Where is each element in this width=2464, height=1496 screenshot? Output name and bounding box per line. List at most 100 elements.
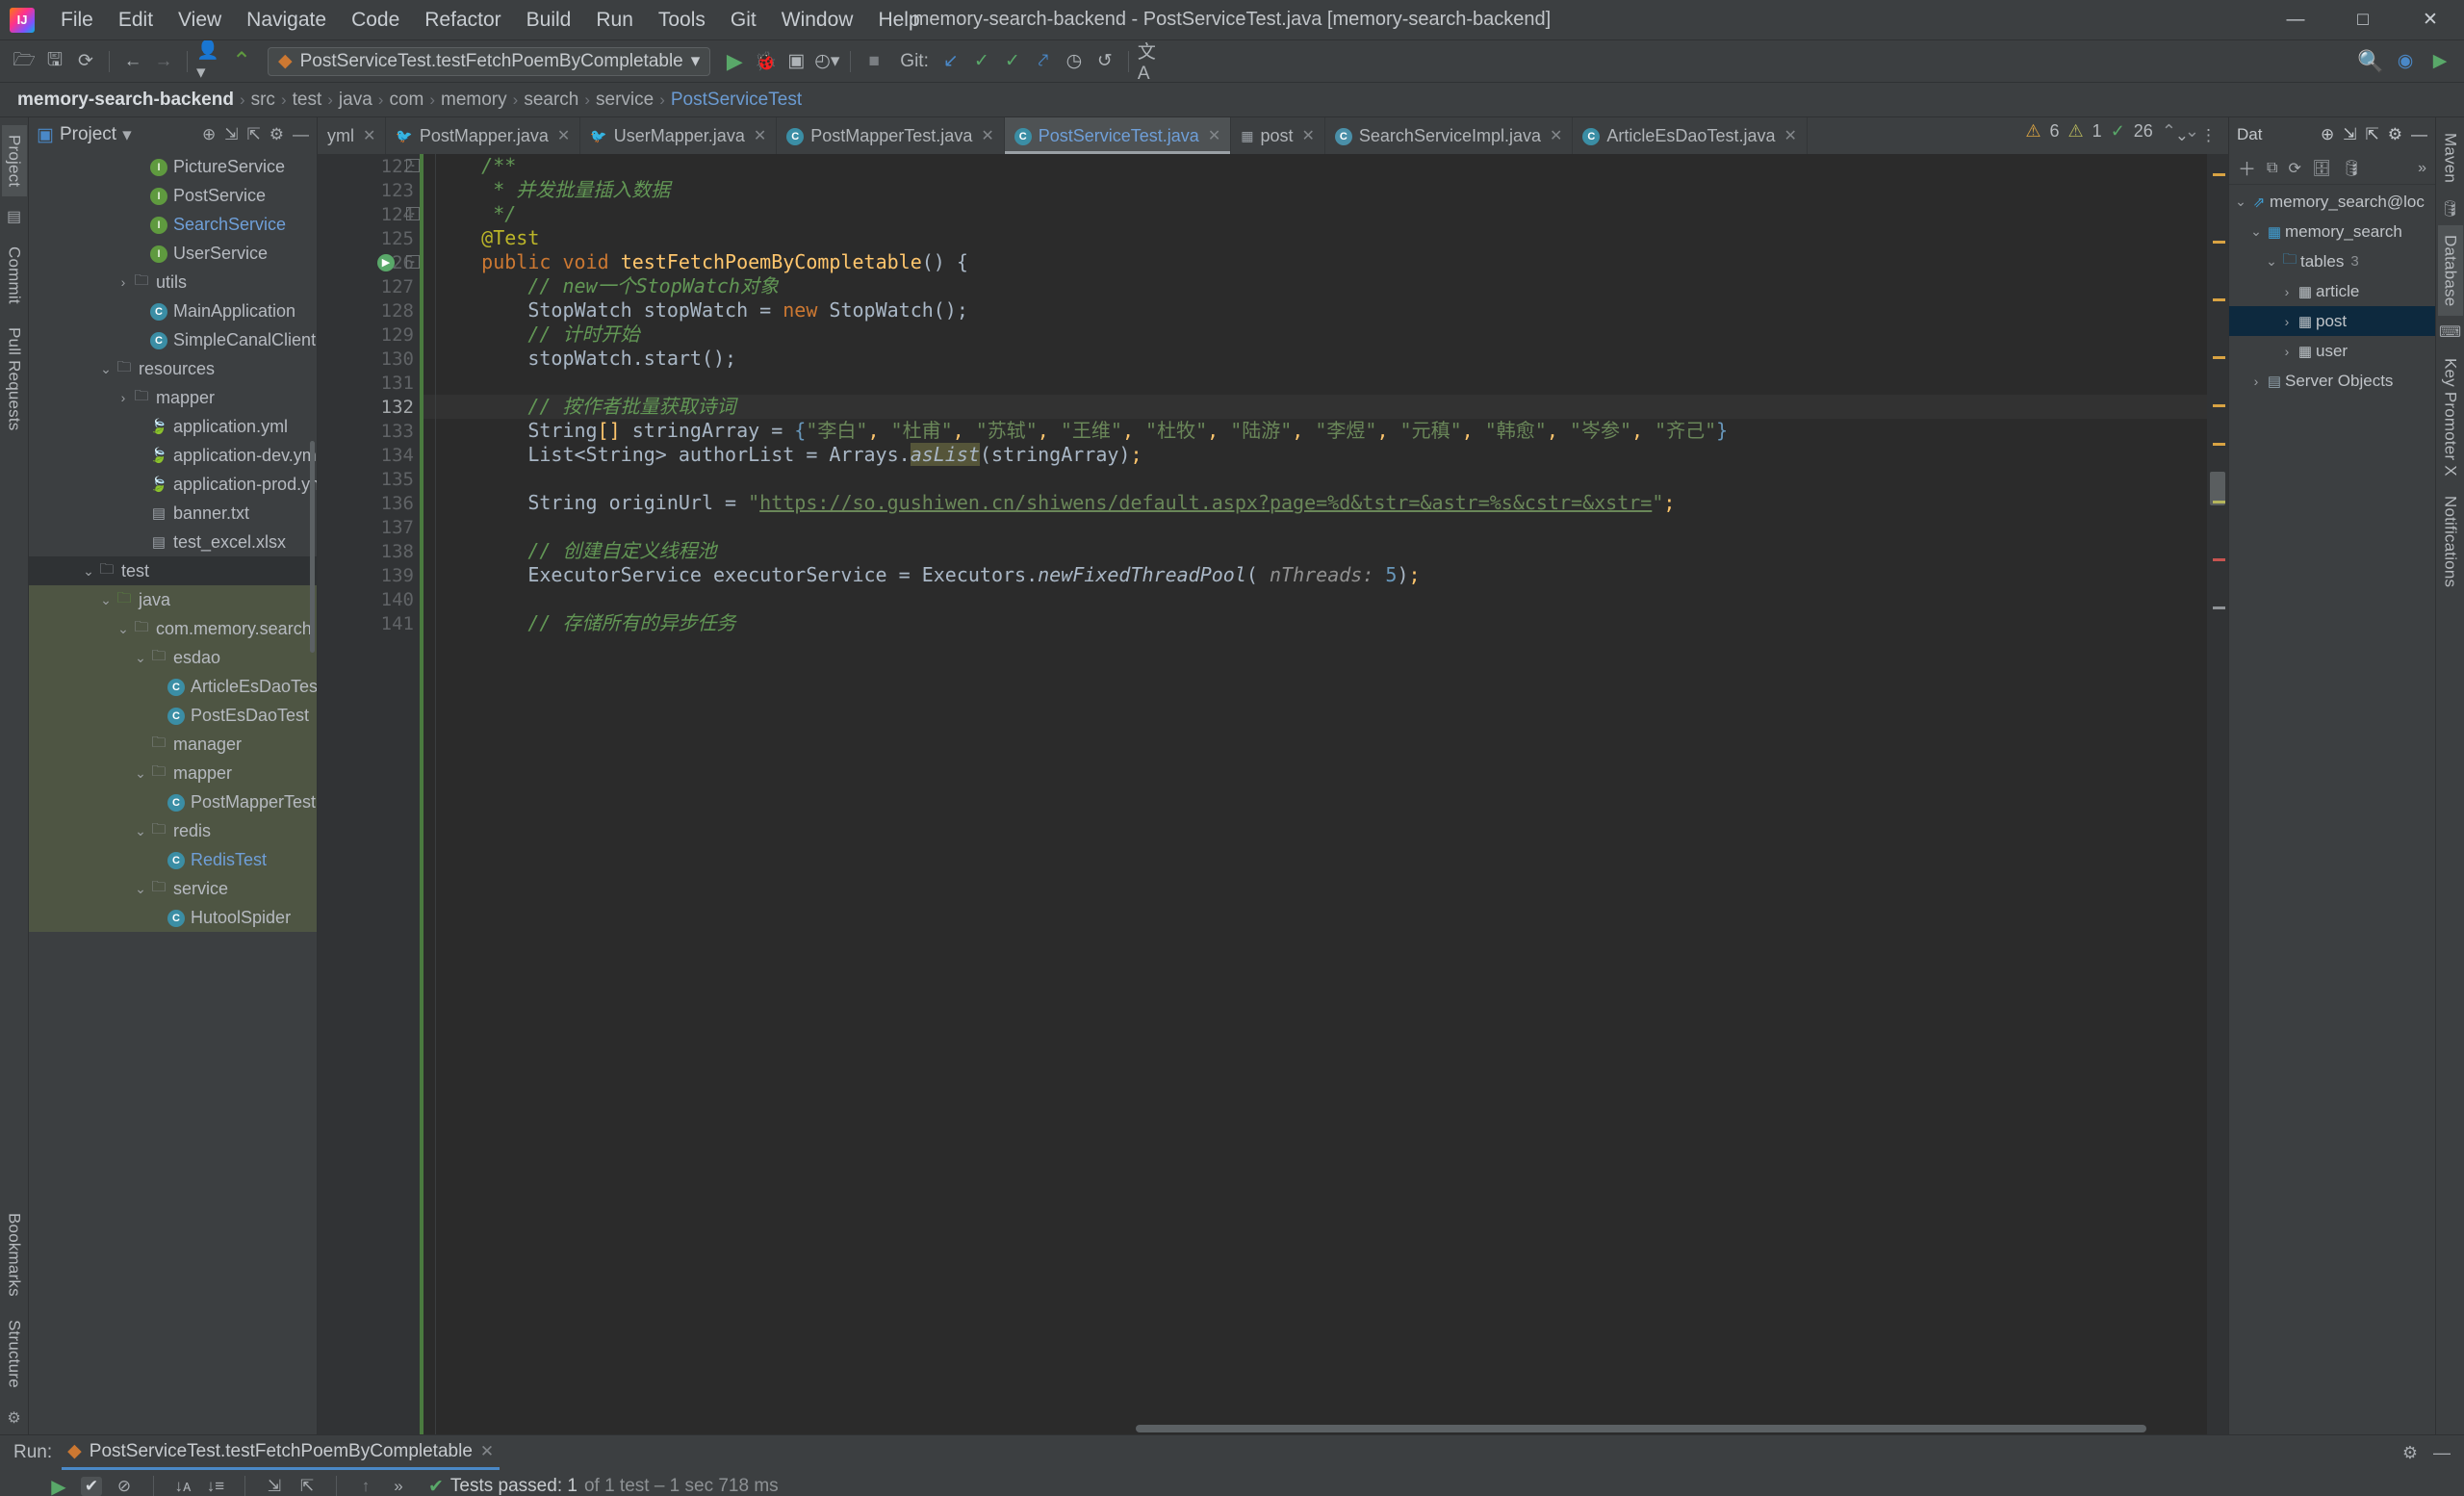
breadcrumb-item-postservicetest[interactable]: PostServiceTest [667, 90, 806, 111]
run-test-gutter-icon[interactable]: ▶ [377, 254, 395, 271]
code-line[interactable] [424, 515, 2207, 539]
expand-all-icon[interactable]: ⇲ [264, 1477, 285, 1496]
fold-marker-icon[interactable]: - [406, 207, 420, 220]
menu-item-code[interactable]: Code [339, 4, 412, 37]
chevron-down-icon[interactable]: ⌄ [2248, 223, 2264, 240]
editor-tab-postservicetest-java[interactable]: C PostServiceTest.java ✕ [1004, 117, 1232, 154]
rollback-icon[interactable]: ↺ [1091, 47, 1119, 76]
show-passed-icon[interactable]: ✔ [81, 1477, 102, 1496]
editor-tab-searchserviceimpl-java[interactable]: C SearchServiceImpl.java ✕ [1325, 117, 1574, 154]
marker-tick[interactable] [2213, 501, 2225, 503]
collapse-all-icon[interactable]: ⇱ [296, 1477, 318, 1496]
code-text[interactable]: /** * 并发批量插入数据 */ @Test public void test… [424, 154, 2207, 1434]
menu-item-navigate[interactable]: Navigate [234, 4, 339, 37]
marker-tick[interactable] [2213, 356, 2225, 359]
sidebar-item-key-promoter[interactable]: Key Promoter X [2438, 348, 2463, 486]
add-icon[interactable]: ＋ [2238, 155, 2256, 181]
project-tree-item-redistest[interactable]: C RedisTest [29, 845, 317, 874]
project-tree-item-application-yml[interactable]: 🍃 application.yml [29, 412, 317, 441]
menu-item-refactor[interactable]: Refactor [412, 4, 513, 37]
marker-tick[interactable] [2213, 443, 2225, 446]
breadcrumb-item-memory[interactable]: memory [437, 90, 511, 111]
locate-icon[interactable]: ⊕ [202, 125, 216, 144]
project-tree-item-banner-txt[interactable]: ▤ banner.txt [29, 499, 317, 528]
code-line[interactable]: */ [424, 202, 2207, 226]
close-icon[interactable]: ✕ [754, 126, 766, 145]
profile-icon[interactable]: 👤▾ [196, 40, 225, 83]
sync-icon[interactable]: ⟳ [71, 47, 100, 76]
db-settings-icon[interactable]: ⚙ [2388, 125, 2402, 144]
code-line[interactable]: // new一个StopWatch对象 [424, 274, 2207, 298]
code-line[interactable]: // 创建自定义线程池 [424, 539, 2207, 563]
run-hide-icon[interactable]: — [2433, 1443, 2451, 1463]
project-tree-scrollbar[interactable] [310, 441, 315, 653]
chevron-down-icon[interactable]: ⌄ [81, 563, 96, 580]
database-tree-item-post[interactable]: › ▦ post [2229, 306, 2435, 336]
editor-tab-yml[interactable]: yml ✕ [318, 117, 387, 154]
project-scope-chevron-down-icon[interactable]: ▾ [122, 124, 132, 146]
menu-item-git[interactable]: Git [718, 4, 769, 37]
code-line[interactable]: ExecutorService executorService = Execut… [424, 563, 2207, 587]
breadcrumb-item-java[interactable]: java [335, 90, 376, 111]
database-tree[interactable]: ⌄ ⇗ memory_search@loc ⌄ ▦ memory_search ⌄ 🗀 tabl… [2229, 185, 2435, 1434]
code-line[interactable]: List<String> authorList = Arrays.asList(… [424, 443, 2207, 467]
code-line[interactable] [424, 587, 2207, 611]
sort-alpha-icon[interactable]: ↓ᴀ [172, 1477, 193, 1496]
editor-tab-usermapper-java[interactable]: 🐦 UserMapper.java ✕ [580, 117, 778, 154]
project-tree-item-manager[interactable]: 🗀 manager [29, 730, 317, 759]
project-tree-item-com-memory-search[interactable]: ⌄ 🗀 com.memory.search [29, 614, 317, 643]
chevron-down-icon[interactable]: ⌄ [2233, 193, 2248, 210]
stop-icon[interactable]: ■ [860, 47, 888, 76]
breadcrumb-item-test[interactable]: test [289, 90, 326, 111]
close-icon[interactable]: ✕ [981, 126, 993, 145]
sidebar-item-database[interactable]: Database [2437, 225, 2463, 317]
database-tree-item-user[interactable]: › ▦ user [2229, 336, 2435, 366]
next-problem-icon[interactable]: ⌄ [2185, 121, 2199, 142]
menu-item-edit[interactable]: Edit [106, 4, 166, 37]
breadcrumb-item-search[interactable]: search [520, 90, 582, 111]
chevron-down-icon[interactable]: ⌄ [98, 361, 114, 377]
project-tree-item-utils[interactable]: › 🗀 utils [29, 268, 317, 297]
menu-item-view[interactable]: View [166, 4, 234, 37]
project-tree-item-java[interactable]: ⌄ 🗀 java [29, 585, 317, 614]
editor-horizontal-scrollbar[interactable] [1136, 1425, 2146, 1432]
git-branch-icon[interactable]: ⤤ [1029, 47, 1058, 76]
sidebar-item-structure[interactable]: Structure [2, 1310, 27, 1398]
project-tree-item-application-dev-yml[interactable]: 🍃 application-dev.yml [29, 441, 317, 470]
open-folder-icon[interactable]: 🗁 [10, 47, 38, 76]
run-gear-icon[interactable]: ⚙ [2402, 1443, 2418, 1463]
marker-tick[interactable] [2213, 606, 2225, 609]
chevron-down-icon[interactable]: ⌄ [2264, 253, 2279, 270]
breadcrumb-item-src[interactable]: src [247, 90, 279, 111]
sidebar-item-notifications[interactable]: Notifications [2438, 486, 2463, 597]
refresh-icon[interactable]: ⟳ [2288, 159, 2300, 178]
project-tree-item-resources[interactable]: ⌄ 🗀 resources [29, 354, 317, 383]
menu-item-file[interactable]: File [48, 4, 106, 37]
sort-duration-icon[interactable]: ↓≡ [205, 1477, 226, 1496]
code-line[interactable] [424, 467, 2207, 491]
chevron-down-icon[interactable]: ⌄ [133, 881, 148, 897]
database-tree-item-memory-search-loc[interactable]: ⌄ ⇗ memory_search@loc [2229, 187, 2435, 217]
copy-icon[interactable]: ⧉ [2267, 160, 2277, 177]
editor-marker-bar[interactable] [2207, 154, 2228, 1434]
prev-problem-icon[interactable]: ⌃ [2162, 121, 2176, 142]
menu-item-build[interactable]: Build [514, 4, 584, 37]
chevron-right-icon[interactable]: › [116, 390, 131, 405]
marker-tick[interactable] [2213, 173, 2225, 176]
inspection-widget[interactable]: ⚠ 6 ⚠ 1 ✓ 26 ⌃ ⌄ [2025, 121, 2199, 142]
git-commit-icon[interactable]: ✓ [967, 47, 996, 76]
sidebar-item-maven[interactable]: Maven [2438, 123, 2463, 193]
code-line[interactable]: public void testFetchPoemByCompletable()… [424, 250, 2207, 274]
menu-item-run[interactable]: Run [583, 4, 646, 37]
project-tree-item-test[interactable]: ⌄ 🗀 test [29, 556, 317, 585]
forward-arrow-icon[interactable]: → [149, 47, 178, 76]
editor-tab-postmapper-java[interactable]: 🐦 PostMapper.java ✕ [386, 117, 581, 154]
save-icon[interactable]: 🖫 [40, 47, 69, 76]
key-promoter-icon[interactable]: ⌨ [2439, 316, 2461, 348]
datasource-icon[interactable]: 🛢 [2342, 159, 2361, 178]
breadcrumb-item-memory-search-backend[interactable]: memory-search-backend [13, 90, 238, 111]
notifications-icon[interactable]: ◉ [2391, 47, 2420, 76]
project-tree-item-hutoolspider[interactable]: C HutoolSpider [29, 903, 317, 932]
code-line[interactable]: // 按作者批量获取诗词 [424, 395, 2207, 419]
maximize-button[interactable]: □ [2329, 0, 2397, 40]
